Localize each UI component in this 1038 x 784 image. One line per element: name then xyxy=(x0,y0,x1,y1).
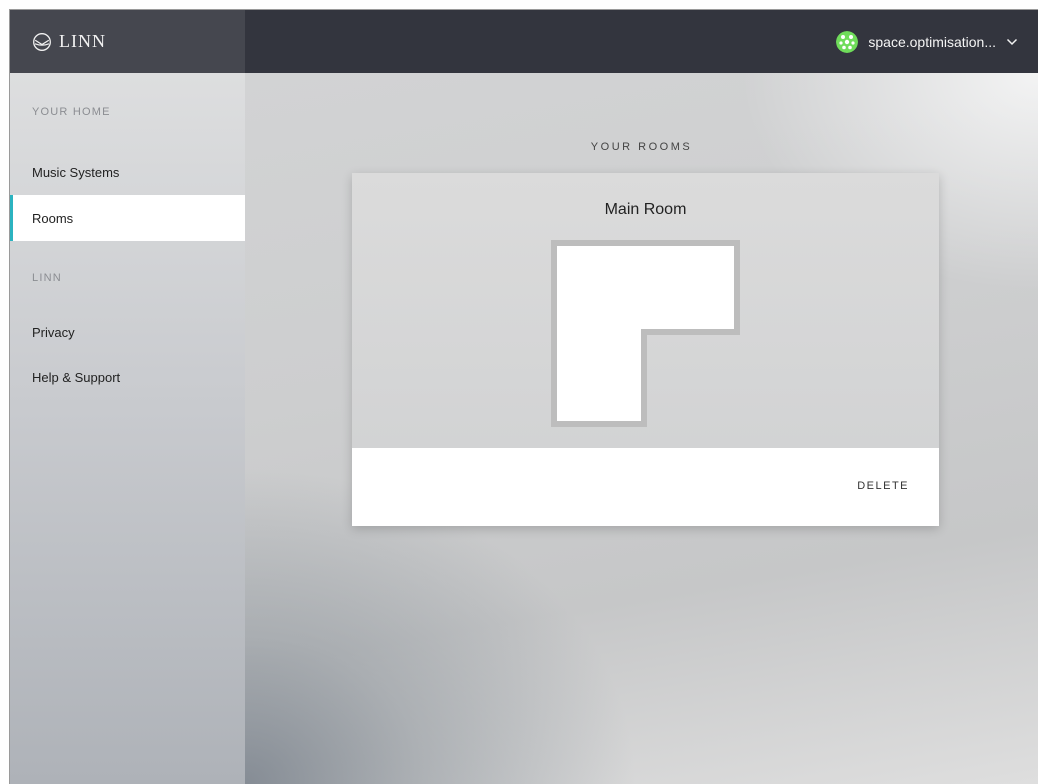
sidebar-item-help-support[interactable]: Help & Support xyxy=(10,354,245,400)
main-content: YOUR ROOMS Main Room DELETE xyxy=(245,73,1038,784)
logo-text: LINN xyxy=(59,31,106,51)
sidebar-item-label: Privacy xyxy=(32,324,75,340)
linn-logo[interactable]: LINN xyxy=(32,31,106,52)
l-shaped-room-floorplan-icon xyxy=(551,240,740,427)
account-name: space.optimisation... xyxy=(868,33,996,50)
chevron-down-icon[interactable] xyxy=(1006,38,1018,46)
avatar xyxy=(836,30,859,53)
room-name: Main Room xyxy=(604,201,687,218)
page-title: YOUR ROOMS xyxy=(590,141,693,153)
room-preview[interactable]: Main Room xyxy=(352,173,939,448)
linn-logo-icon xyxy=(33,32,51,51)
header-logo-area: LINN xyxy=(10,10,245,73)
top-bar: space.optimisation... xyxy=(245,10,1038,73)
sidebar-item-rooms[interactable]: Rooms xyxy=(10,195,245,241)
room-card[interactable]: Main Room DELETE xyxy=(352,173,939,526)
sidebar-item-label: Help & Support xyxy=(32,369,121,385)
sidebar: YOUR HOME Music Systems Rooms LINN Priva… xyxy=(10,73,245,784)
delete-button[interactable]: DELETE xyxy=(857,480,909,492)
app-window: LINN space.optimisation... YOUR HOME Mus… xyxy=(9,9,1038,784)
section-label-linn: LINN xyxy=(32,272,62,284)
section-label-your-home: YOUR HOME xyxy=(32,106,111,118)
sidebar-item-label: Music Systems xyxy=(32,164,120,180)
account-menu[interactable]: space.optimisation... xyxy=(836,30,1018,53)
sidebar-item-label: Rooms xyxy=(32,210,74,226)
sidebar-item-privacy[interactable]: Privacy xyxy=(10,309,245,355)
sidebar-item-music-systems[interactable]: Music Systems xyxy=(10,149,245,195)
